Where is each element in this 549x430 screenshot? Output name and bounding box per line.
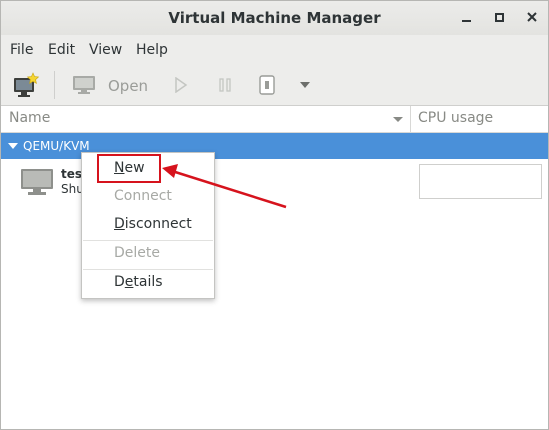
annotation-arrow	[162, 164, 287, 209]
app-window: Virtual Machine Manager File Edit View H…	[0, 0, 549, 430]
